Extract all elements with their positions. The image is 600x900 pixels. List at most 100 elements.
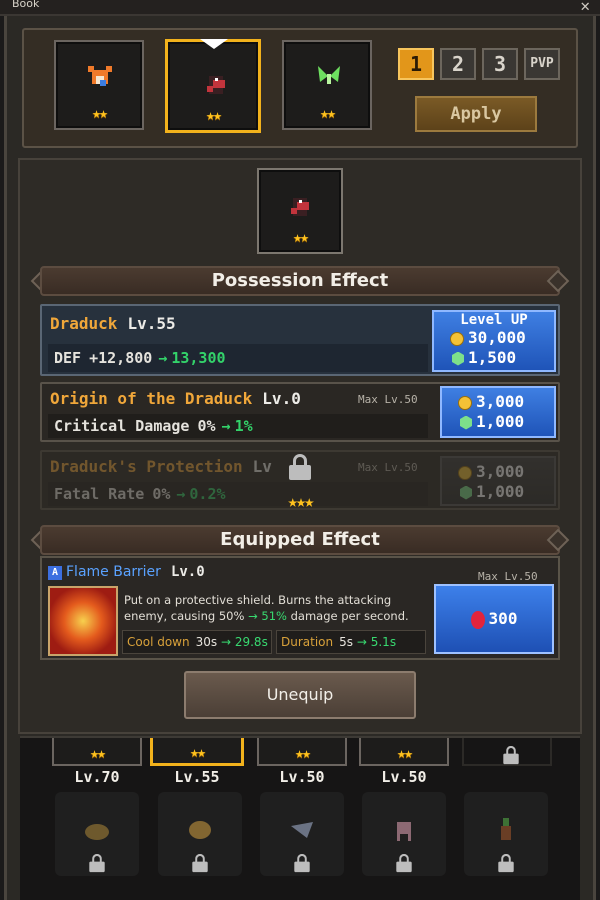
locked-monster-card[interactable]	[158, 792, 242, 876]
max-level-label: Max Lv.50	[358, 461, 418, 474]
arrow-right-icon: →	[176, 485, 186, 503]
inventory-slot-top[interactable]: ★★	[359, 738, 449, 766]
skill-name: Flame Barrier	[66, 564, 161, 580]
gem-cost: 1,500	[434, 348, 554, 368]
skill-next-value: 51%	[261, 609, 287, 623]
selected-monster-stars: ★★	[292, 228, 309, 246]
gem-cost-value: 1,000	[476, 412, 525, 431]
arrow-right-icon: →	[248, 609, 258, 623]
unequip-button[interactable]: Unequip	[184, 671, 416, 719]
stat-name: Critical Damage	[54, 417, 190, 435]
draduck-monster-icon	[291, 198, 309, 216]
stat-value: +12,800	[89, 349, 153, 367]
inventory-slot-top-locked	[462, 738, 552, 766]
fox-monster-icon	[88, 66, 112, 86]
team-slot-stars: ★★	[319, 104, 336, 122]
lock-icon	[192, 853, 208, 873]
origin-title: Origin of the Draduck Lv.0	[50, 389, 301, 408]
monster-name: Draduck	[50, 314, 118, 333]
hamster-monster-icon	[189, 821, 211, 839]
coin-icon	[450, 331, 464, 346]
team-slot-fox[interactable]: ★★	[54, 40, 144, 130]
origin-stat: Critical Damage 0% → 1%	[48, 414, 428, 438]
inventory-stars: ★★	[294, 744, 311, 762]
stat-value: 0%	[152, 485, 171, 503]
unlock-stars: ★★★	[287, 492, 315, 512]
duration-label: Duration	[281, 635, 334, 649]
gem-cost: 1,000	[442, 412, 554, 432]
duration-value: 5s	[339, 635, 354, 649]
window-titlebar: Book ✕	[0, 0, 600, 16]
cooldown-value: 30s	[195, 635, 218, 649]
locked-monster-card[interactable]	[464, 792, 548, 876]
inventory-level: Lv.50	[381, 768, 427, 786]
gem-icon	[452, 351, 464, 366]
locked-monster-card[interactable]	[260, 792, 344, 876]
protection-upgrade-button: 3,000 1,000	[440, 456, 556, 506]
sprout-monster-icon	[501, 818, 511, 840]
inventory-stars: ★★	[189, 743, 206, 761]
protection-stat: Fatal Rate 0% → 0.2%	[48, 482, 428, 506]
close-icon[interactable]: ✕	[580, 0, 590, 15]
effect-level: Lv	[252, 457, 272, 476]
unicorn-monster-icon	[397, 822, 411, 841]
effect-name: Origin of the Draduck	[50, 389, 253, 408]
gem-cost-value: 1,500	[468, 348, 517, 367]
inventory-level: Lv.55	[174, 768, 220, 786]
effect-level: Lv.0	[262, 389, 301, 408]
gem-cost: 1,000	[442, 482, 554, 502]
skill-description: Put on a protective shield. Burns the at…	[124, 592, 426, 624]
skill-upgrade-button[interactable]: 300	[434, 584, 554, 654]
effect-name: Draduck's Protection	[50, 457, 243, 476]
gem-icon	[460, 415, 472, 430]
lock-icon	[396, 853, 412, 873]
possession-effect-header: Possession Effect	[40, 266, 560, 296]
inventory-slot-top[interactable]: ★★	[257, 738, 347, 766]
arrow-right-icon: →	[356, 635, 367, 649]
lock-icon	[294, 853, 310, 873]
team-slot-stars: ★★	[205, 106, 222, 124]
team-slot-fairy[interactable]: ★★	[282, 40, 372, 130]
duration-box: Duration 5s → 5.1s	[276, 630, 426, 654]
draduck-monster-icon	[207, 76, 225, 94]
preset-2-button[interactable]: 2	[440, 48, 476, 80]
selection-arrow-icon	[200, 39, 228, 49]
lock-icon	[289, 454, 311, 480]
equipped-skill-panel: A Flame Barrier Lv.0 Max Lv.50 Put on a p…	[40, 556, 560, 660]
inventory-level: Lv.70	[74, 768, 120, 786]
fairy-monster-icon	[318, 66, 340, 84]
team-slot-stars: ★★	[91, 104, 108, 122]
preset-3-button[interactable]: 3	[482, 48, 518, 80]
coin-icon	[458, 395, 472, 410]
cooldown-next-value: 29.8s	[234, 635, 268, 649]
stat-next-value: 13,300	[171, 349, 226, 367]
locked-monster-card[interactable]	[55, 792, 139, 876]
cooldown-box: Cool down 30s → 29.8s	[122, 630, 272, 654]
skill-level: Lv.0	[170, 564, 205, 580]
inventory-slot-top[interactable]: ★★	[52, 738, 142, 766]
gem-icon	[460, 485, 472, 500]
level-up-button[interactable]: Level UP 30,000 1,500	[432, 310, 556, 372]
possession-main-stat: DEF +12,800 → 13,300	[48, 344, 428, 372]
ghost-monster-icon	[291, 822, 313, 838]
inventory-stars: ★★	[396, 744, 413, 762]
preset-pvp-button[interactable]: PVP	[524, 48, 560, 80]
max-level-label: Max Lv.50	[478, 570, 538, 583]
stat-name: DEF	[54, 349, 82, 367]
inventory-slot-top[interactable]: ★★	[150, 738, 244, 766]
arrow-right-icon: →	[220, 635, 232, 649]
locked-monster-card[interactable]	[362, 792, 446, 876]
origin-upgrade-button[interactable]: 3,000 1,000	[440, 386, 556, 438]
window-title: Book	[12, 0, 40, 10]
flame-barrier-icon	[48, 586, 118, 656]
lock-icon	[89, 853, 105, 873]
coin-cost: 3,000	[442, 392, 554, 412]
lock-icon	[503, 745, 519, 765]
stat-next-value: 1%	[234, 417, 253, 435]
apply-button[interactable]: Apply	[415, 96, 537, 132]
stat-value: 0%	[197, 417, 216, 435]
coin-cost: 30,000	[434, 328, 554, 348]
preset-1-button[interactable]: 1	[398, 48, 434, 80]
team-slot-draduck[interactable]: ★★	[165, 39, 261, 133]
selected-monster-slot: ★★	[257, 168, 343, 254]
